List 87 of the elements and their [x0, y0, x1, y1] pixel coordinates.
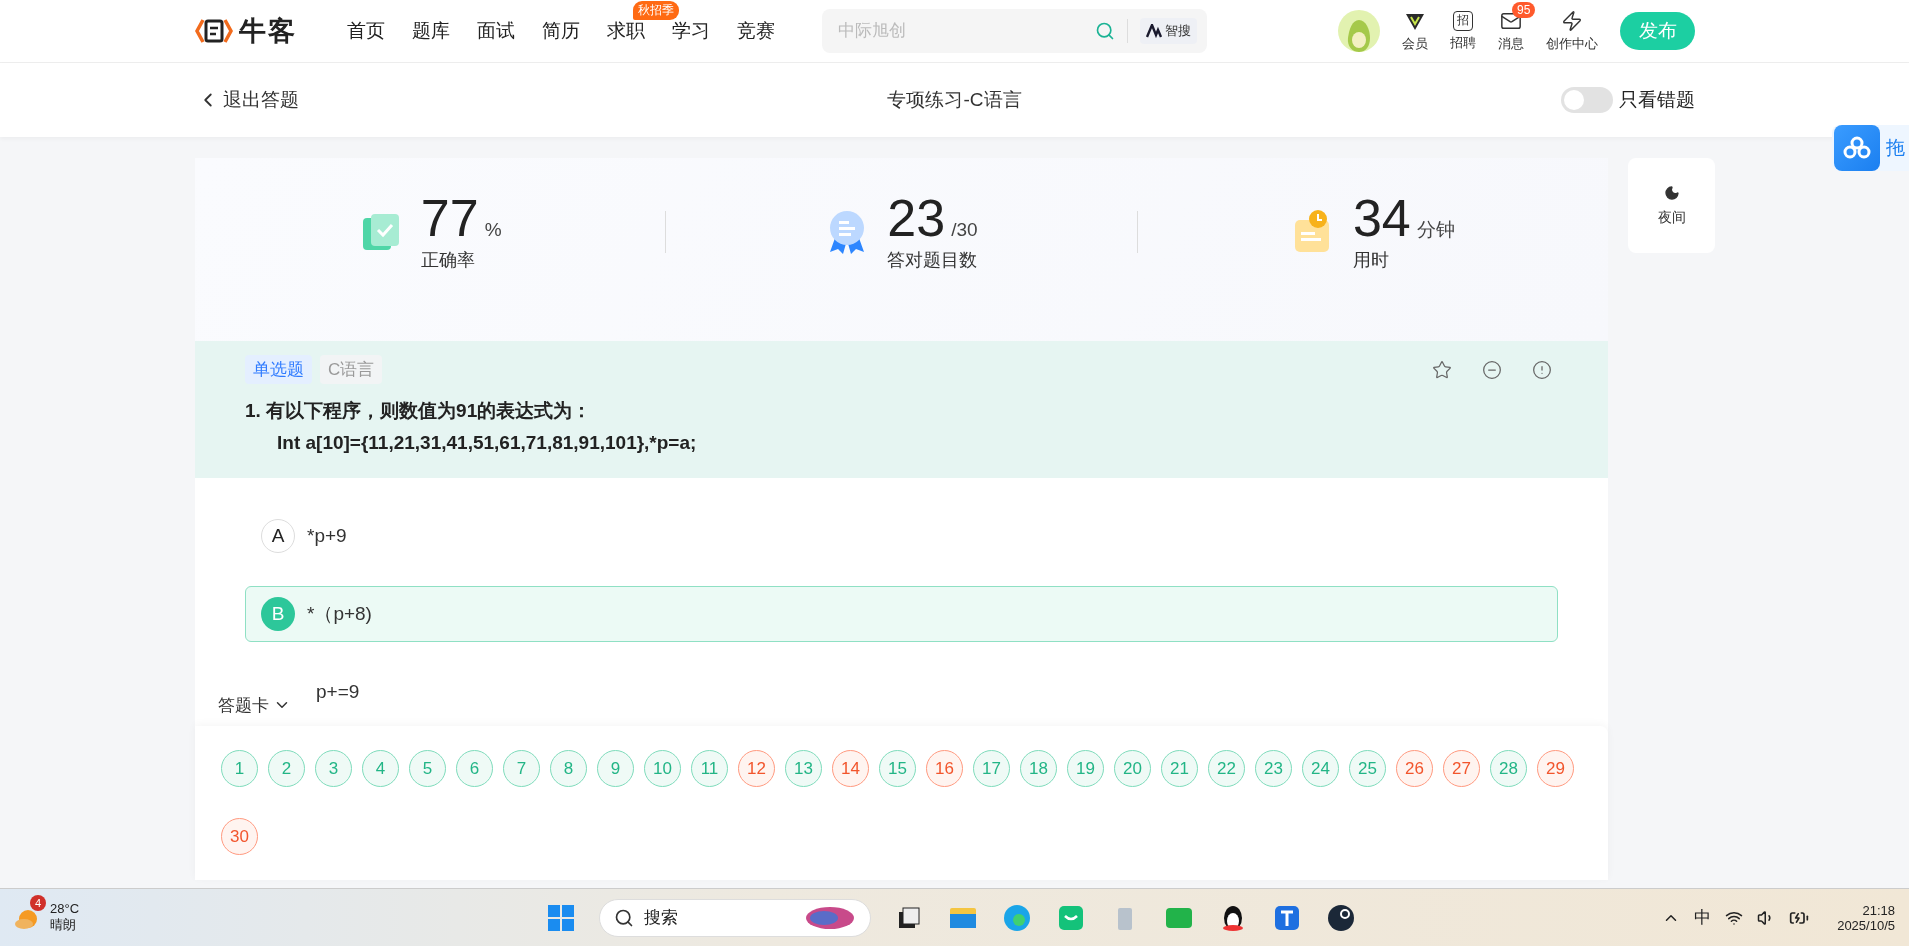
nav-link[interactable]: 面试 — [477, 20, 515, 41]
night-mode-button[interactable]: 夜间 — [1628, 158, 1715, 253]
question-number[interactable]: 8 — [550, 750, 587, 787]
question-number[interactable]: 7 — [503, 750, 540, 787]
lightning-icon — [1561, 9, 1583, 32]
question-number[interactable]: 11 — [691, 750, 728, 787]
nav-link[interactable]: 竞赛 — [737, 20, 775, 41]
nav-link[interactable]: 题库 — [412, 20, 450, 41]
nav-badge: 秋招季 — [633, 1, 679, 20]
nav-link[interactable]: 求职 — [607, 20, 645, 41]
nav-link[interactable]: 简历 — [542, 20, 580, 41]
question-number[interactable]: 20 — [1114, 750, 1151, 787]
toggle-switch[interactable] — [1561, 87, 1613, 113]
cloud-icon[interactable] — [1834, 125, 1880, 171]
page-title: 专项练习-C语言 — [887, 88, 1022, 112]
question-number[interactable]: 10 — [644, 750, 681, 787]
toolbar-link[interactable]: 会员 — [1402, 9, 1428, 53]
question-number[interactable]: 13 — [785, 750, 822, 787]
minus-circle-icon[interactable] — [1482, 359, 1502, 380]
back-link[interactable]: 退出答题 — [197, 87, 299, 113]
question-number[interactable]: 25 — [1349, 750, 1386, 787]
question-number[interactable]: 27 — [1443, 750, 1480, 787]
taskbar-search[interactable]: 搜索 — [599, 898, 871, 937]
logo-icon[interactable] — [195, 16, 233, 46]
question-number[interactable]: 18 — [1020, 750, 1057, 787]
option-letter: A — [261, 519, 295, 553]
stat-label: 用时 — [1352, 248, 1390, 272]
question-number[interactable]: 2 — [268, 750, 305, 787]
stat-value: 77 — [420, 191, 479, 244]
toolbar-link[interactable]: 创作中心 — [1546, 9, 1598, 53]
question-number[interactable]: 28 — [1490, 750, 1527, 787]
nav-link[interactable]: 学习 — [672, 20, 710, 41]
count-badge: 95 — [1512, 1, 1536, 18]
weather-text: 晴朗 — [50, 916, 77, 934]
moon-icon — [1663, 184, 1680, 201]
question-number[interactable]: 17 — [973, 750, 1010, 787]
question-number[interactable]: 21 — [1161, 750, 1198, 787]
question-number[interactable]: 22 — [1208, 750, 1245, 787]
toggle-label: 只看错题 — [1619, 88, 1695, 112]
question-number[interactable]: 3 — [315, 750, 352, 787]
question-number[interactable]: 5 — [409, 750, 446, 787]
stat-unit: /30 — [951, 218, 978, 241]
logo-text[interactable]: 牛客 — [239, 13, 297, 49]
publish-button[interactable]: 发布 — [1620, 12, 1695, 50]
question-number[interactable]: 15 — [879, 750, 916, 787]
stat-label: 答对题目数 — [887, 248, 978, 272]
question-number[interactable]: 29 — [1537, 750, 1574, 787]
input-method[interactable]: 中 — [1694, 906, 1712, 929]
question-number[interactable]: 14 — [832, 750, 869, 787]
question-tag: C语言 — [320, 355, 383, 384]
option-letter: B — [261, 597, 295, 631]
answer-option[interactable]: p+=9 — [315, 664, 1558, 720]
question-number[interactable]: 6 — [456, 750, 493, 787]
search-icon[interactable] — [1095, 21, 1115, 41]
question-code: Int a[10]={11,21,31,41,51,61,71,81,91,101},*p=a; — [276, 432, 698, 454]
question-number[interactable]: 19 — [1067, 750, 1104, 787]
temperature: 28°C — [50, 901, 80, 916]
question-number[interactable]: 26 — [1396, 750, 1433, 787]
stat-value: 34 — [1352, 191, 1411, 244]
ai-logo-icon — [1146, 24, 1162, 38]
question-number[interactable]: 12 — [738, 750, 775, 787]
question-number[interactable]: 9 — [597, 750, 634, 787]
question-number[interactable]: 24 — [1302, 750, 1339, 787]
toolbar-link[interactable]: 招 招聘 — [1450, 10, 1476, 52]
question-title: 1. 有以下程序，则数值为91的表达式为： — [245, 399, 593, 423]
nav-link[interactable]: 首页 — [347, 20, 385, 41]
alert-circle-icon[interactable] — [1532, 359, 1552, 380]
search-icon — [614, 907, 634, 928]
stat-value: 23 — [887, 191, 946, 244]
clock-time[interactable]: 21:18 — [1862, 902, 1895, 918]
notification-badge: 4 — [30, 895, 46, 911]
star-icon[interactable] — [1432, 359, 1452, 380]
stat-unit: % — [484, 218, 502, 241]
stat-label: 正确率 — [420, 248, 476, 272]
question-number[interactable]: 4 — [362, 750, 399, 787]
search-field[interactable]: 中际旭创 智搜 — [822, 9, 1207, 53]
clock-date[interactable]: 2025/10/5 — [1837, 917, 1895, 933]
answer-option[interactable]: B *（p+8) — [245, 586, 1558, 642]
question-number[interactable]: 16 — [926, 750, 963, 787]
question-number[interactable]: 23 — [1255, 750, 1292, 787]
question-number[interactable]: 1 — [221, 750, 258, 787]
stat-unit: 分钟 — [1416, 217, 1455, 242]
question-tag: 单选题 — [245, 355, 312, 384]
recruit-icon: 招 — [1453, 10, 1473, 31]
answer-option[interactable]: A *p+9 — [245, 508, 1558, 564]
question-number[interactable]: 30 — [221, 818, 258, 855]
ai-search-button[interactable]: 智搜 — [1140, 18, 1197, 44]
